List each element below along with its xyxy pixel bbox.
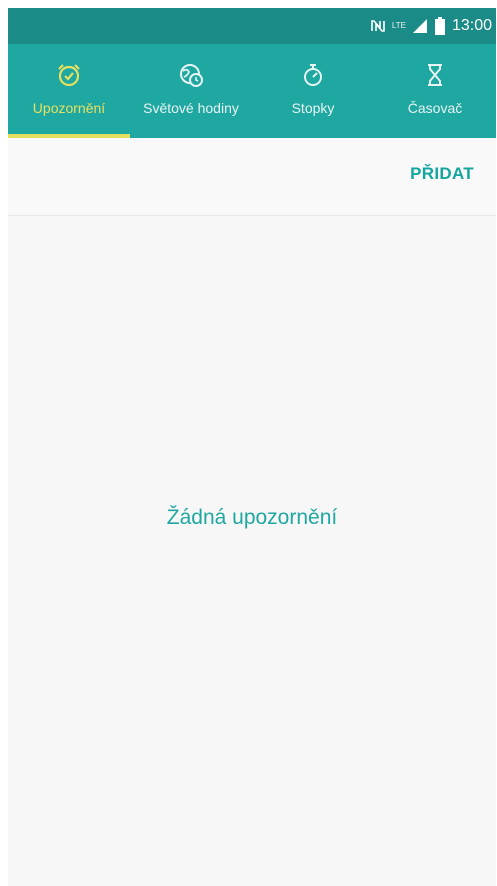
alarm-clock-icon <box>56 62 82 88</box>
clock-app-screen: LTE 13:00 Upozornění Světové hodiny Stop… <box>8 8 496 886</box>
lte-label: LTE <box>391 21 406 30</box>
tab-alarms[interactable]: Upozornění <box>8 44 130 138</box>
world-clock-icon <box>178 62 204 88</box>
stopwatch-icon <box>300 62 326 88</box>
hourglass-icon <box>422 62 448 88</box>
tab-timer[interactable]: Časovač <box>374 44 496 138</box>
battery-icon <box>434 17 446 35</box>
status-icons: LTE 13:00 <box>370 8 492 44</box>
tab-timer-label: Časovač <box>407 100 463 116</box>
tab-world-clock[interactable]: Světové hodiny <box>130 44 252 138</box>
tab-stopwatch-label: Stopky <box>291 100 335 116</box>
action-bar: PŘIDAT <box>8 138 496 216</box>
empty-state-message: Žádná upozornění <box>166 506 338 529</box>
add-alarm-button[interactable]: PŘIDAT <box>410 164 474 184</box>
alarm-list: Žádná upozornění <box>8 216 496 886</box>
tab-bar: Upozornění Světové hodiny Stopky Časovač <box>8 44 496 138</box>
nfc-icon <box>370 18 386 34</box>
lte-icon: LTE <box>392 22 406 30</box>
tab-alarms-label: Upozornění <box>32 100 106 116</box>
status-bar: LTE 13:00 <box>8 8 496 44</box>
signal-icon <box>412 18 428 34</box>
status-time: 13:00 <box>451 17 492 34</box>
tab-stopwatch[interactable]: Stopky <box>252 44 374 138</box>
tab-world-clock-label: Světové hodiny <box>143 100 239 116</box>
